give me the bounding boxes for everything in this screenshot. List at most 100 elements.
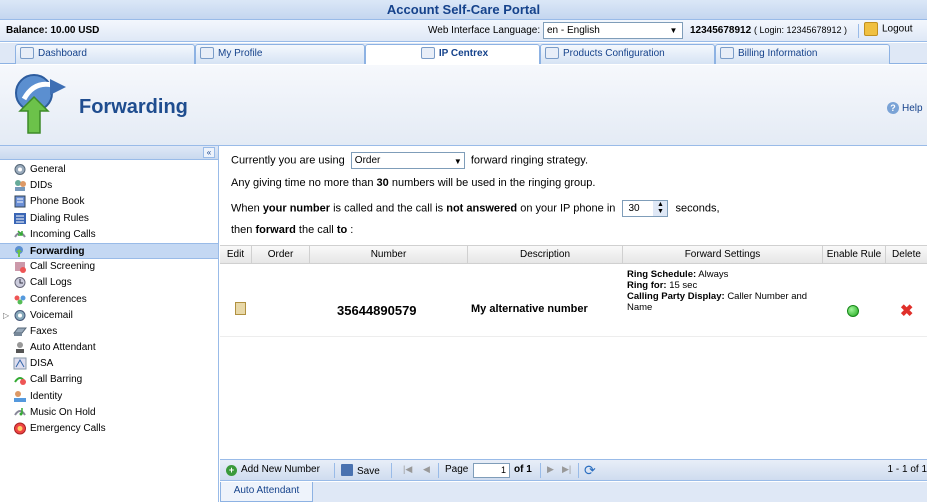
logout-button[interactable]: Logout [864, 22, 913, 36]
column-header-order[interactable]: Order [252, 246, 310, 264]
sidebar-item-label: Phone Book [30, 196, 85, 208]
divider [858, 24, 859, 38]
add-new-number-button[interactable]: + Add New Number [226, 464, 320, 476]
next-page-icon[interactable]: ▶ [547, 464, 554, 475]
last-page-icon[interactable]: ▶| [562, 464, 571, 475]
sidebar-item-disa[interactable]: DISA [0, 356, 218, 372]
strategy-select[interactable]: Order ▼ [350, 152, 465, 169]
page-header: Forwarding ? Help [0, 65, 927, 146]
text-fragment: When [231, 202, 260, 215]
column-header-forward-settings[interactable]: Forward Settings [623, 246, 823, 264]
sidebar-item-incoming-calls[interactable]: Incoming Calls [0, 227, 218, 243]
sidebar-item-music-on-hold[interactable]: Music On Hold [0, 405, 218, 421]
forward-number: 35644890579 [337, 303, 417, 318]
sidebar-item-faxes[interactable]: Faxes [0, 324, 218, 340]
help-icon: ? [887, 102, 899, 114]
timeout-line: When your number is called and the call … [231, 200, 720, 217]
column-header-enable-rule[interactable]: Enable Rule [823, 246, 886, 264]
first-page-icon[interactable]: |◀ [403, 464, 412, 475]
previous-page-icon[interactable]: ◀ [423, 464, 430, 475]
grid-toolbar: + Add New Number Save |◀ ◀ Page 1 of 1 ▶ … [220, 459, 927, 481]
sidebar-item-call-barring[interactable]: Call Barring [0, 372, 218, 388]
column-header-delete[interactable]: Delete [886, 246, 927, 264]
sidebar-item-identity[interactable]: Identity [0, 389, 218, 405]
dashboard-icon [20, 47, 34, 60]
account-number: 12345678912 [690, 25, 752, 36]
tab-products-configuration[interactable]: Products Configuration [540, 44, 715, 64]
tab-my-profile[interactable]: My Profile [195, 44, 365, 64]
limit-value: 30 [376, 177, 389, 189]
ring-for: Ring for: 15 sec [627, 280, 827, 291]
sidebar-item-dids[interactable]: DIDs [0, 178, 218, 194]
help-button[interactable]: ? Help [887, 102, 923, 114]
column-header-edit[interactable]: Edit [220, 246, 252, 264]
text-fragment: to [336, 224, 348, 236]
column-header-description[interactable]: Description [468, 246, 623, 264]
text-fragment: your number [262, 202, 331, 215]
sidebar-item-general[interactable]: General [0, 162, 218, 178]
table-row[interactable]: 35644890579 My alternative number Ring S… [220, 265, 927, 337]
tab-billing-information[interactable]: Billing Information [715, 44, 890, 64]
strategy-prefix: Currently you are using [231, 154, 345, 167]
ring-schedule-value: Always [698, 269, 729, 280]
language-select[interactable]: en - English ▼ [543, 22, 683, 39]
seconds-stepper[interactable]: 30 ▲ ▼ [622, 200, 669, 217]
balance-label: Balance: [6, 25, 48, 36]
conferences-icon [14, 295, 26, 304]
strategy-value: Order [354, 155, 381, 166]
sidebar-menu: General DIDs Phone Book Dialing Rules In… [0, 160, 218, 437]
sidebar-item-dialing-rules[interactable]: Dialing Rules [0, 211, 218, 227]
gear-icon [14, 164, 26, 175]
balance-value: 10.00 USD [50, 25, 100, 36]
tab-ip-centrex[interactable]: IP Centrex [365, 44, 540, 64]
login-text: ( Login: 12345678912 ) [753, 25, 848, 35]
sidebar-item-label: DISA [30, 358, 54, 370]
user-icon [200, 47, 214, 60]
sidebar-item-phone-book[interactable]: Phone Book [0, 194, 218, 210]
sidebar-item-label: Emergency Calls [30, 423, 106, 434]
info-bar: Balance: 10.00 USD Web Interface Languag… [0, 20, 927, 42]
sidebar-header: « [0, 146, 218, 160]
tab-auto-attendant[interactable]: Auto Attendant [220, 482, 313, 502]
tab-label: IP Centrex [438, 48, 489, 59]
collapse-sidebar-button[interactable]: « [203, 147, 215, 158]
sidebar-item-call-logs[interactable]: Call Logs [0, 275, 218, 291]
sidebar: « General DIDs Phone Book Dialing Rules … [0, 146, 219, 502]
portal-title: Account Self-Care Portal [0, 0, 927, 20]
emergency-icon [14, 422, 26, 435]
tab-dashboard[interactable]: Dashboard [15, 44, 195, 64]
main-content: Currently you are using Order ▼ forward … [220, 146, 927, 502]
sidebar-item-auto-attendant[interactable]: Auto Attendant [0, 340, 218, 356]
document-icon [720, 47, 734, 60]
sidebar-item-label: General [30, 164, 66, 175]
chevron-down-icon: ▼ [669, 26, 678, 35]
page-input[interactable]: 1 [473, 463, 510, 478]
save-label: Save [357, 466, 380, 477]
expand-icon[interactable]: ▷ [3, 308, 9, 324]
edit-icon[interactable] [235, 302, 246, 315]
forwarding-icon [15, 74, 66, 134]
disa-icon [13, 357, 27, 370]
spinner-icon[interactable]: ▲ ▼ [653, 201, 668, 216]
sidebar-item-label: Forwarding [30, 245, 85, 257]
sidebar-item-call-screening[interactable]: Call Screening [0, 259, 218, 275]
sidebar-item-voicemail[interactable]: ▷ Voicemail [0, 308, 218, 324]
dialing-rules-icon [14, 212, 26, 224]
text-fragment: the call [298, 224, 334, 236]
gear-icon [420, 47, 435, 60]
delete-icon[interactable]: ✖ [900, 301, 913, 321]
sidebar-item-forwarding[interactable]: Forwarding [0, 242, 218, 260]
add-label: Add New Number [241, 464, 320, 475]
divider [438, 463, 439, 478]
divider [391, 463, 392, 478]
music-icon [14, 407, 26, 416]
enabled-status-icon[interactable] [847, 305, 859, 317]
tab-label: My Profile [218, 48, 263, 59]
divider [334, 463, 335, 478]
sidebar-item-conferences[interactable]: Conferences [0, 292, 218, 308]
refresh-icon[interactable]: ⟳ [584, 462, 596, 479]
chevron-down-icon: ▼ [453, 157, 462, 166]
column-header-number[interactable]: Number [310, 246, 468, 264]
save-button[interactable]: Save [341, 464, 380, 477]
sidebar-item-emergency-calls[interactable]: Emergency Calls [0, 421, 218, 437]
